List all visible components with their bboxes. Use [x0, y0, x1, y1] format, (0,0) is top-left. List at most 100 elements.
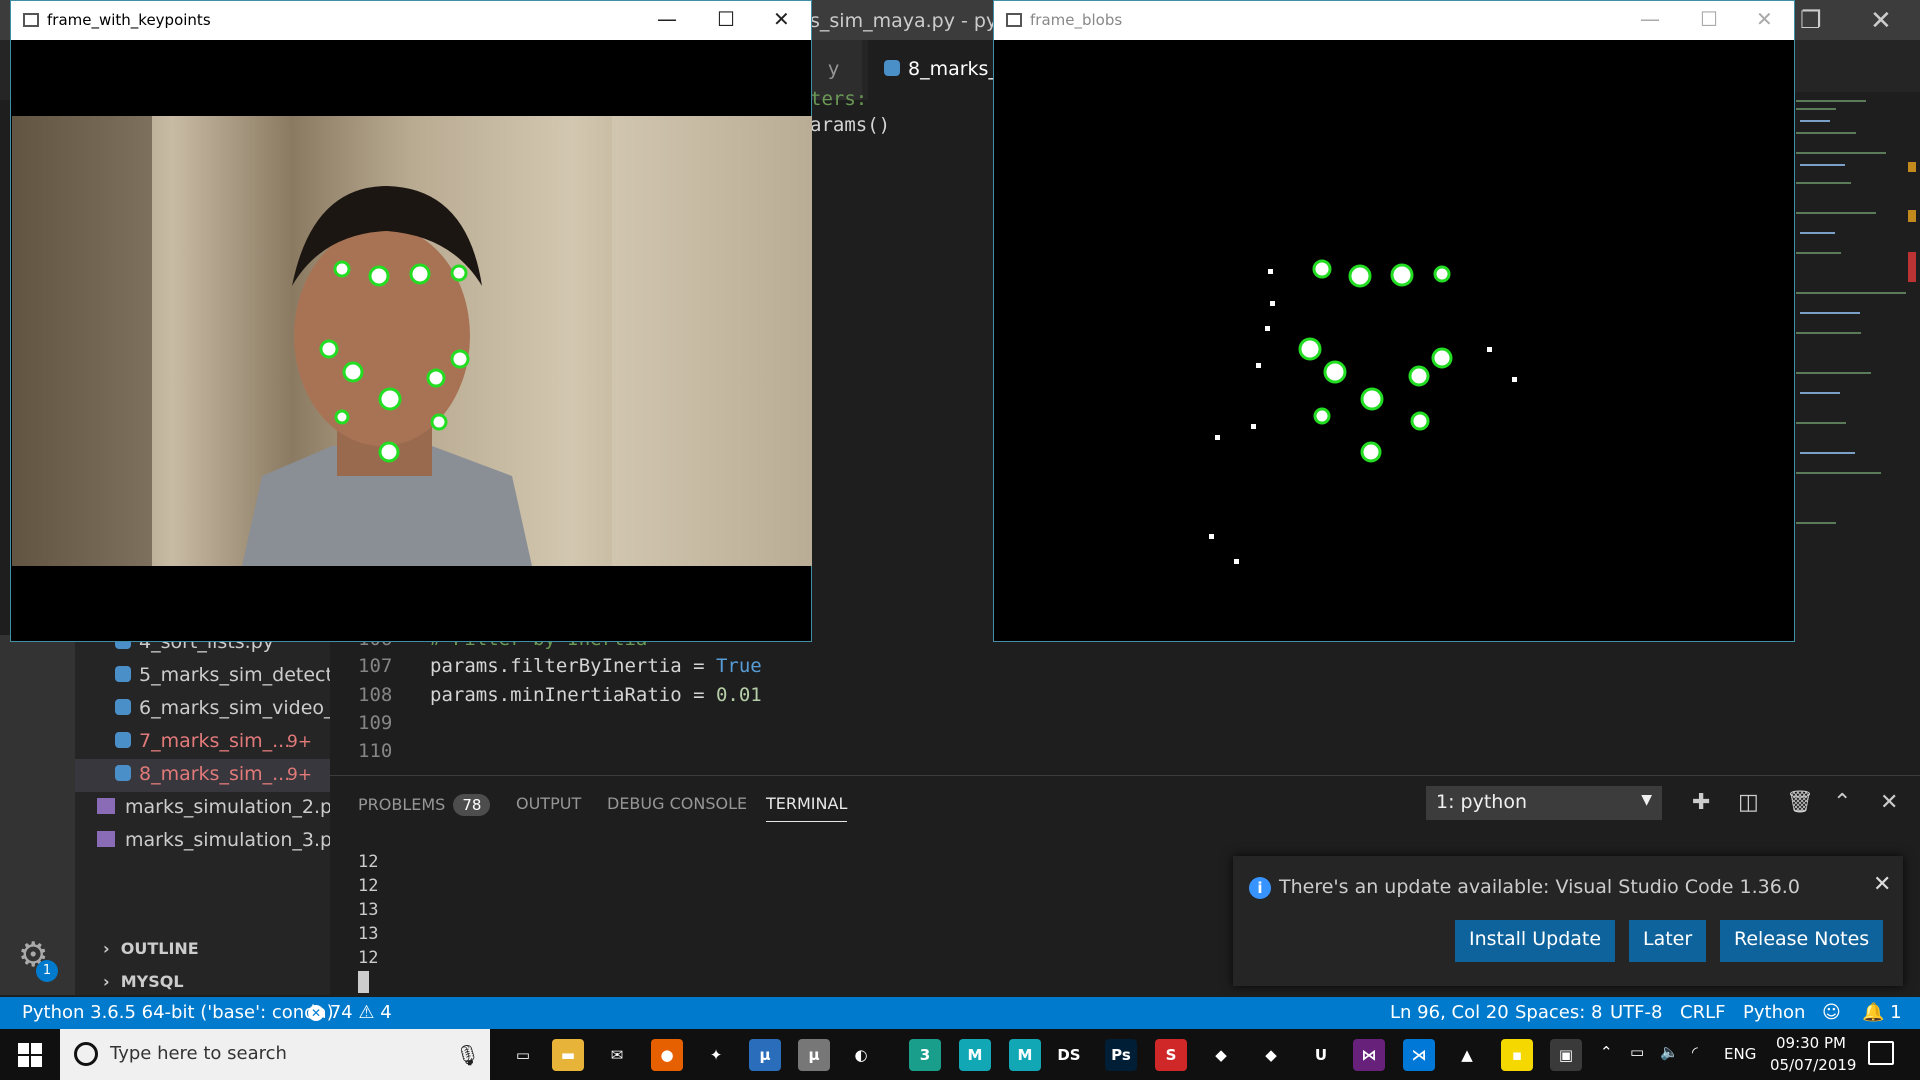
notifications-bell[interactable]: 🔔 1 — [1862, 1002, 1902, 1023]
code-line: arams() — [810, 114, 891, 136]
line-number: 109 — [358, 712, 393, 734]
photoshop-icon[interactable]: Ps — [1105, 1039, 1137, 1071]
install-update-button[interactable]: Install Update — [1455, 920, 1616, 962]
visual-studio-icon[interactable]: ⋈ — [1353, 1039, 1385, 1071]
task-view-icon[interactable]: ▭ — [507, 1039, 539, 1071]
minimize-icon[interactable]: — — [657, 7, 677, 31]
noise-blob — [1215, 435, 1220, 440]
opencv-window-icon[interactable]: ▣ — [1550, 1039, 1582, 1071]
trash-icon[interactable]: 🗑 — [1786, 790, 1814, 815]
frame-blobs-window[interactable]: frame_blobs — ☐ ✕ — [993, 0, 1795, 642]
terminal-select[interactable]: 1: python ▼ — [1426, 786, 1662, 820]
maximize-icon[interactable]: ☐ — [1700, 7, 1718, 31]
sticky-notes-icon[interactable]: ▪ — [1501, 1039, 1533, 1071]
tab-problems[interactable]: PROBLEMS 78 — [358, 794, 491, 816]
file-item[interactable]: 5_marks_sim_detect... — [75, 660, 330, 693]
encoding[interactable]: UTF-8 — [1610, 1002, 1662, 1023]
substance-icon[interactable]: S — [1155, 1039, 1187, 1071]
notification-message: There's an update available: Visual Stud… — [1279, 876, 1800, 898]
image-file-icon — [97, 798, 115, 814]
show-hidden-icons[interactable]: ⌃ — [1600, 1043, 1613, 1061]
code-line: params.minInertiaRatio = 0.01 — [430, 684, 762, 706]
3ds-max-icon[interactable]: 3 — [909, 1039, 941, 1071]
new-terminal-icon[interactable]: ✚ — [1692, 790, 1710, 815]
editor-tab-active[interactable]: 8_marks_s — [868, 40, 998, 100]
split-terminal-icon[interactable]: ◫ — [1738, 790, 1759, 815]
cursor-position[interactable]: Ln 96, Col 20 — [1390, 1002, 1509, 1023]
file-explorer-icon[interactable]: ▬ — [552, 1039, 584, 1071]
keypoint — [368, 265, 390, 287]
window-titlebar[interactable]: frame_blobs — ☐ ✕ — [994, 1, 1794, 40]
vscode-icon[interactable]: ⋊ — [1403, 1039, 1435, 1071]
keypoint — [319, 339, 339, 359]
taskbar-search[interactable]: Type here to search 🎙 — [60, 1029, 490, 1080]
close-icon[interactable]: ✕ — [1756, 7, 1773, 31]
line-ending[interactable]: CRLF — [1680, 1002, 1725, 1023]
blender-icon[interactable]: ◐ — [845, 1039, 877, 1071]
unity-2-icon[interactable]: ◆ — [1255, 1039, 1287, 1071]
close-icon[interactable]: ✕ — [1870, 6, 1892, 36]
python-interpreter[interactable]: Python 3.6.5 64-bit ('base': conda) — [22, 1002, 334, 1023]
noise-blob — [1268, 269, 1273, 274]
activity-bar: ⚙ 1 — [0, 635, 75, 995]
battery-icon[interactable]: ▭ — [1630, 1043, 1644, 1061]
wifi-icon[interactable]: ◜ — [1692, 1043, 1698, 1061]
tab-output[interactable]: OUTPUT — [516, 794, 581, 813]
mysql-section[interactable]: › MYSQL — [75, 966, 330, 999]
microphone-icon[interactable]: 🎙 — [455, 1043, 480, 1067]
maya-2-icon[interactable]: M — [1009, 1039, 1041, 1071]
mu-editor-icon[interactable]: μ — [749, 1039, 781, 1071]
matlab-icon[interactable]: ▲ — [1451, 1039, 1483, 1071]
outline-section[interactable]: › OUTLINE — [75, 933, 330, 966]
volume-icon[interactable]: 🔈 — [1660, 1043, 1679, 1061]
close-panel-icon[interactable]: ✕ — [1880, 790, 1898, 815]
window-titlebar[interactable]: frame_with_keypoints — ☐ ✕ — [11, 1, 811, 40]
action-center-icon[interactable] — [1868, 1041, 1894, 1065]
tab-terminal[interactable]: TERMINAL — [766, 794, 848, 822]
chevron-right-icon: › — [103, 939, 110, 958]
file-item[interactable]: marks_simulation_3.p... — [75, 825, 330, 858]
noise-blob — [1251, 424, 1256, 429]
blob-keypoint — [1360, 441, 1382, 463]
maximize-icon[interactable]: ☐ — [717, 7, 735, 31]
app-orange-icon[interactable]: ✦ — [700, 1039, 732, 1071]
problems-summary[interactable]: ✕ 74 ⚠ 4 — [308, 1002, 392, 1023]
mu-grey-icon[interactable]: μ — [798, 1039, 830, 1071]
code-line: ters: — [810, 88, 868, 110]
app-icon — [1006, 13, 1022, 27]
minimap[interactable] — [1790, 92, 1920, 572]
unreal-icon[interactable]: U — [1305, 1039, 1337, 1071]
language-mode[interactable]: Python — [1743, 1002, 1805, 1023]
minimize-icon[interactable]: — — [1640, 7, 1660, 31]
terminal-cursor — [358, 971, 369, 993]
frame-with-keypoints-window[interactable]: frame_with_keypoints — ☐ ✕ — [10, 0, 812, 642]
firefox-icon[interactable]: ● — [651, 1039, 683, 1071]
noise-blob — [1234, 559, 1239, 564]
release-notes-button[interactable]: Release Notes — [1720, 920, 1884, 962]
close-icon[interactable]: ✕ — [773, 7, 790, 31]
maximize-panel-icon[interactable]: ⌃ — [1833, 790, 1851, 815]
language-indicator[interactable]: ENG — [1724, 1045, 1756, 1063]
daz-studio-icon[interactable]: DS — [1053, 1039, 1085, 1071]
tab-debug-console[interactable]: DEBUG CONSOLE — [607, 794, 747, 813]
clock-date[interactable]: 05/07/2019 — [1770, 1056, 1856, 1074]
keypoint — [333, 260, 351, 278]
taskbar: Type here to search 🎙 ▭ ▬ ✉ ● ✦ μ μ ◐ 3 M M DS Ps S ◆ ◆… — [0, 1029, 1920, 1080]
windows-start-icon[interactable] — [18, 1043, 42, 1067]
blob-keypoint — [1433, 265, 1451, 283]
file-item[interactable]: 7_marks_sim_... 9+ — [75, 726, 330, 759]
terminal-select-value: 1: python — [1436, 791, 1527, 813]
unity-1-icon[interactable]: ◆ — [1205, 1039, 1237, 1071]
indentation[interactable]: Spaces: 8 — [1515, 1002, 1602, 1023]
noise-blob — [1256, 363, 1261, 368]
file-item[interactable]: 6_marks_sim_video_... — [75, 693, 330, 726]
feedback-smiley-icon[interactable]: ☺ — [1822, 1002, 1841, 1023]
clock-time[interactable]: 09:30 PM — [1776, 1034, 1846, 1052]
close-notification-icon[interactable]: ✕ — [1873, 872, 1891, 897]
maya-1-icon[interactable]: M — [959, 1039, 991, 1071]
file-item[interactable]: marks_simulation_2.p... — [75, 792, 330, 825]
mail-icon[interactable]: ✉ — [601, 1039, 633, 1071]
later-button[interactable]: Later — [1629, 920, 1707, 962]
file-item-selected[interactable]: 8_marks_sim_... 9+ — [75, 759, 330, 792]
restore-icon[interactable]: ❐ — [1800, 6, 1822, 34]
